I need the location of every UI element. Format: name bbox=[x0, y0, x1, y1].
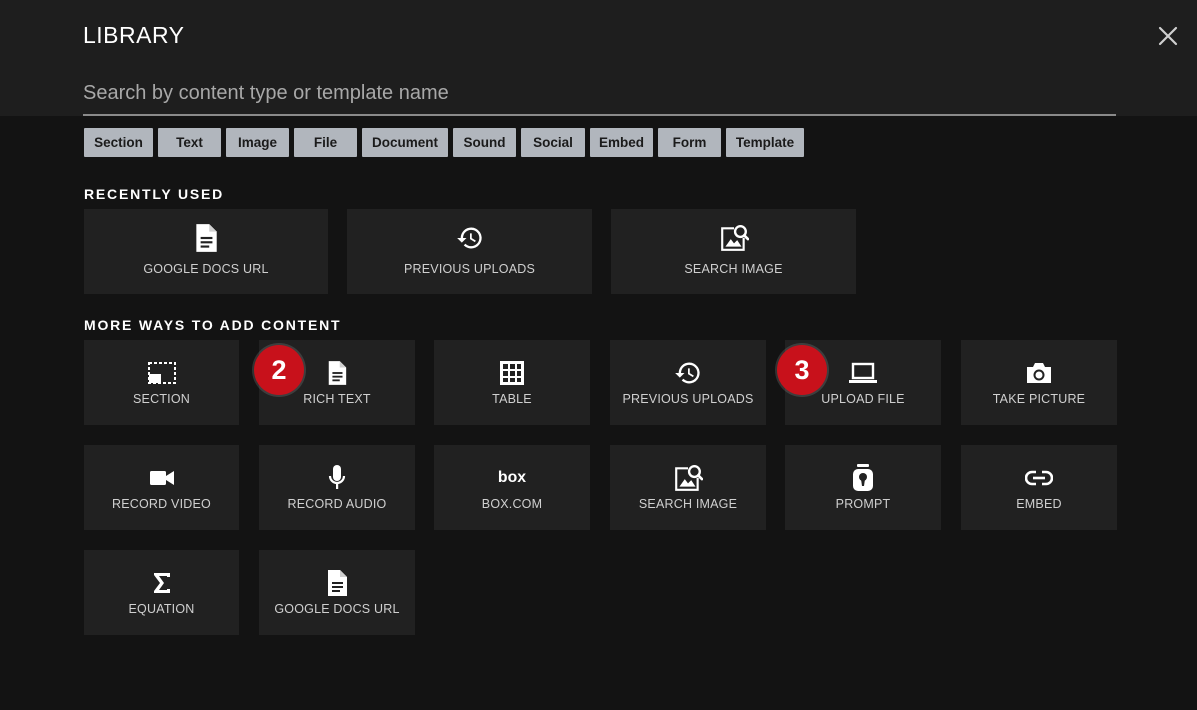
tile-label: SEARCH IMAGE bbox=[684, 262, 783, 276]
microphone-icon bbox=[322, 463, 352, 493]
recent-tile-previous-uploads[interactable]: PREVIOUS UPLOADS bbox=[347, 209, 592, 294]
table-icon bbox=[497, 358, 527, 388]
history-icon bbox=[673, 358, 703, 388]
tile-label: PREVIOUS UPLOADS bbox=[403, 262, 535, 276]
video-camera-icon bbox=[147, 463, 177, 493]
filter-chip-template[interactable]: Template bbox=[726, 128, 804, 157]
page-title: LIBRARY bbox=[83, 22, 185, 48]
history-icon bbox=[455, 223, 485, 253]
tile-label: GOOGLE DOCS URL bbox=[143, 262, 269, 276]
tile-equation[interactable]: EQUATION bbox=[84, 550, 239, 635]
tile-label: SECTION bbox=[133, 392, 190, 406]
camera-icon bbox=[1024, 358, 1054, 388]
tile-label: RECORD VIDEO bbox=[112, 497, 211, 511]
tile-label: EQUATION bbox=[128, 602, 195, 616]
filter-chips: Section Text Image File Document Sound S… bbox=[84, 128, 809, 157]
callout-badge-2: 2 bbox=[254, 345, 304, 395]
filter-chip-document[interactable]: Document bbox=[362, 128, 448, 157]
prompt-icon bbox=[848, 463, 878, 493]
tile-prompt[interactable]: PROMPT bbox=[785, 445, 941, 530]
tile-google-docs-url[interactable]: GOOGLE DOCS URL bbox=[259, 550, 415, 635]
filter-chip-social[interactable]: Social bbox=[521, 128, 585, 157]
search-input[interactable] bbox=[83, 72, 1116, 116]
callout-badge-3: 3 bbox=[777, 345, 827, 395]
tile-label: RECORD AUDIO bbox=[287, 497, 387, 511]
recent-tile-google-docs-url[interactable]: GOOGLE DOCS URL bbox=[84, 209, 328, 294]
tile-label: SEARCH IMAGE bbox=[638, 497, 738, 511]
tile-label: PROMPT bbox=[835, 497, 891, 511]
laptop-icon bbox=[848, 358, 878, 388]
filter-chip-sound[interactable]: Sound bbox=[453, 128, 516, 157]
tile-label: PREVIOUS UPLOADS bbox=[622, 392, 754, 406]
tile-section[interactable]: SECTION bbox=[84, 340, 239, 425]
box-logo-text: box bbox=[498, 469, 526, 486]
tile-record-video[interactable]: RECORD VIDEO bbox=[84, 445, 239, 530]
filter-chip-section[interactable]: Section bbox=[84, 128, 153, 157]
tile-previous-uploads[interactable]: PREVIOUS UPLOADS bbox=[610, 340, 766, 425]
recent-tile-search-image[interactable]: SEARCH IMAGE bbox=[611, 209, 856, 294]
tile-search-image[interactable]: SEARCH IMAGE bbox=[610, 445, 766, 530]
tile-label: EMBED bbox=[1016, 497, 1062, 511]
tile-embed[interactable]: EMBED bbox=[961, 445, 1117, 530]
tile-label: GOOGLE DOCS URL bbox=[274, 602, 400, 616]
recently-used-heading: RECENTLY USED bbox=[84, 186, 225, 202]
document-icon bbox=[322, 358, 352, 388]
close-icon[interactable] bbox=[1156, 24, 1180, 48]
tile-take-picture[interactable]: TAKE PICTURE bbox=[961, 340, 1117, 425]
filter-chip-form[interactable]: Form bbox=[658, 128, 721, 157]
tile-table[interactable]: TABLE bbox=[434, 340, 590, 425]
image-search-icon bbox=[673, 463, 703, 493]
tile-label: BOX.COM bbox=[481, 497, 543, 511]
document-icon bbox=[322, 568, 352, 598]
tile-label: TAKE PICTURE bbox=[992, 392, 1086, 406]
link-icon bbox=[1024, 463, 1054, 493]
filter-chip-file[interactable]: File bbox=[294, 128, 357, 157]
sigma-icon bbox=[147, 568, 177, 598]
tile-box-com[interactable]: box BOX.COM bbox=[434, 445, 590, 530]
image-search-icon bbox=[719, 223, 749, 253]
filter-chip-image[interactable]: Image bbox=[226, 128, 289, 157]
more-ways-heading: MORE WAYS TO ADD CONTENT bbox=[84, 317, 342, 333]
box-logo-icon: box bbox=[497, 463, 527, 493]
document-icon bbox=[191, 223, 221, 253]
tile-record-audio[interactable]: RECORD AUDIO bbox=[259, 445, 415, 530]
section-icon bbox=[147, 358, 177, 388]
tile-label: TABLE bbox=[492, 392, 532, 406]
filter-chip-text[interactable]: Text bbox=[158, 128, 221, 157]
filter-chip-embed[interactable]: Embed bbox=[590, 128, 653, 157]
